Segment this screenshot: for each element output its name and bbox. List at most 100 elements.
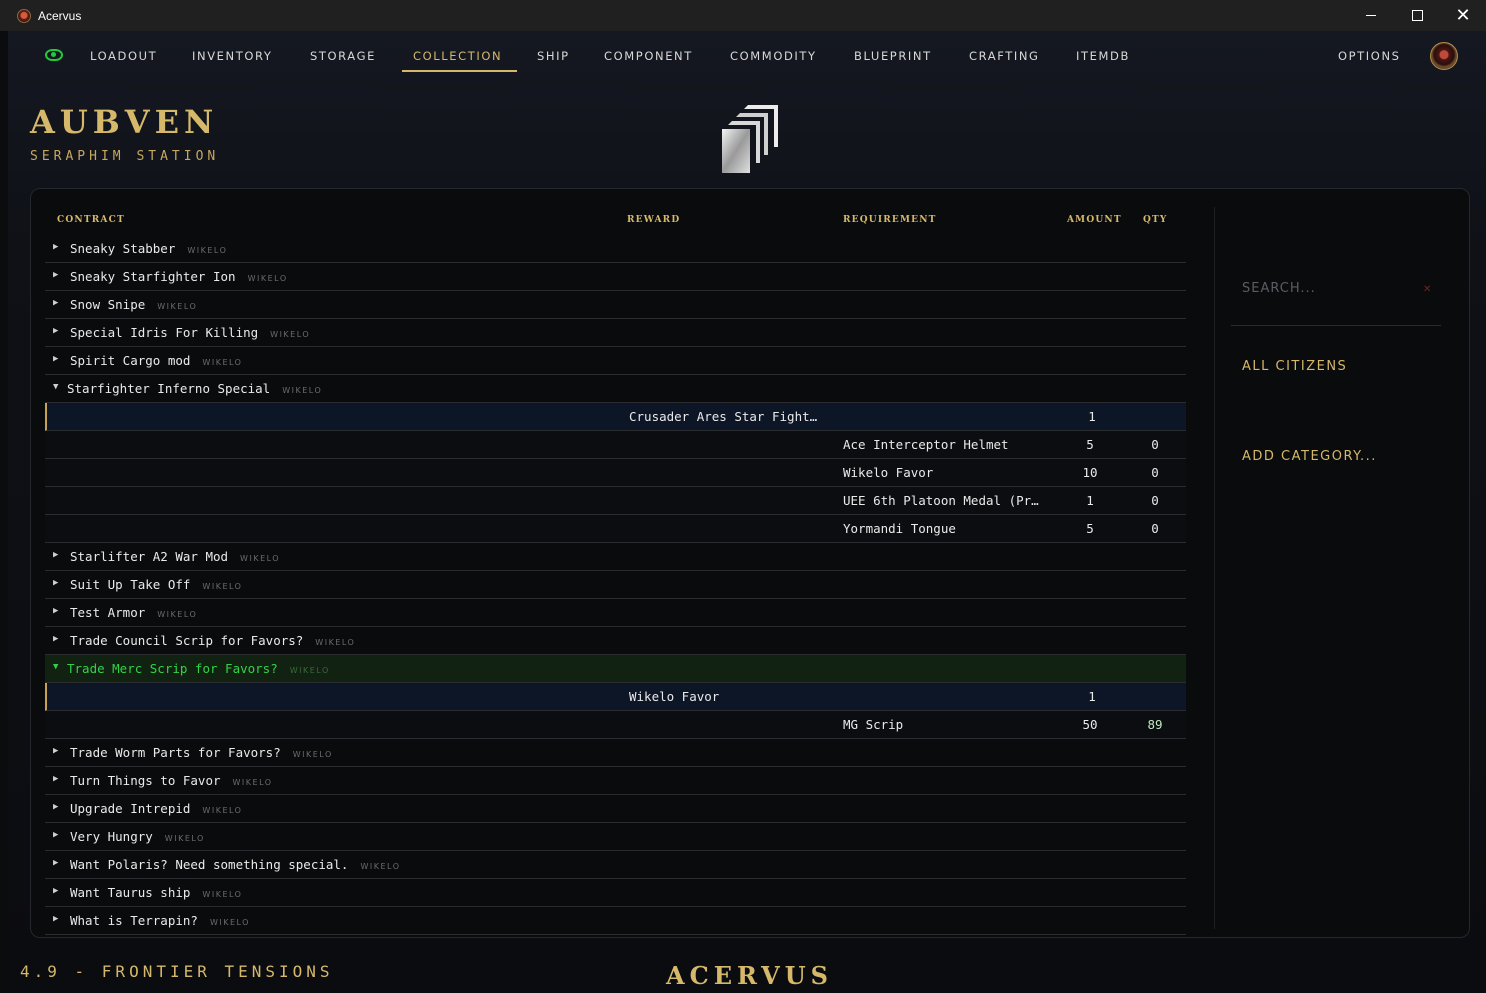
requirement-row[interactable]: UEE 6th Platoon Medal (Pr… 1 0 [45,487,1186,515]
expand-arrow-icon[interactable]: ▶ [53,886,58,896]
search-underline [1231,325,1441,326]
reward-row[interactable]: Wikelo Favor 1 [45,683,1186,711]
tab-collection[interactable]: COLLECTION [413,49,502,63]
expand-arrow-icon[interactable]: ▶ [53,550,58,560]
contract-row[interactable]: ▶ Suit Up Take Off WIKELO [45,571,1186,599]
acervus-logo-icon [722,105,778,173]
contract-row[interactable]: ▶ Want Taurus ship WIKELO [45,879,1186,907]
contract-row[interactable]: ▶ Trade Council Scrip for Favors? WIKELO [45,627,1186,655]
collapse-arrow-icon[interactable]: ▼ [53,382,58,392]
version-label: 4.9 - FRONTIER TENSIONS [20,962,334,981]
contract-row[interactable]: ▶ Trade Worm Parts for Favors? WIKELO [45,739,1186,767]
tab-loadout[interactable]: LOADOUT [90,49,157,63]
requirement-row[interactable]: Ace Interceptor Helmet 5 0 [45,431,1186,459]
tab-component[interactable]: COMPONENT [604,49,693,63]
expand-arrow-icon[interactable]: ▶ [53,746,58,756]
search-input[interactable]: SEARCH... [1242,281,1316,296]
tab-crafting[interactable]: CRAFTING [969,49,1040,63]
expand-arrow-icon[interactable]: ▶ [53,606,58,616]
expand-arrow-icon[interactable]: ▶ [53,830,58,840]
expand-arrow-icon[interactable]: ▶ [53,578,58,588]
contract-source-tag: WIKELO [232,778,273,787]
contract-row[interactable]: ▶ Very Hungry WIKELO [45,823,1186,851]
app-root: LOADOUT INVENTORY STORAGE COLLECTION SHI… [8,31,1486,993]
header-amount[interactable]: AMOUNT [1067,215,1122,225]
contract-row[interactable]: ▶ Turn Things to Favor WIKELO [45,767,1186,795]
contract-source-tag: WIKELO [187,246,228,255]
requirement-amount: 50 [1082,717,1098,732]
tab-itemdb[interactable]: ITEMDB [1076,49,1130,63]
expand-arrow-icon[interactable]: ▶ [53,634,58,644]
add-category-link[interactable]: ADD CATEGORY... [1242,449,1377,464]
location-title: AUBVEN [30,103,219,141]
contract-row[interactable]: ▶ Spirit Cargo mod WIKELO [45,347,1186,375]
requirement-amount: 5 [1086,521,1094,536]
contract-name-cell: Starfighter Inferno Special WIKELO [67,381,322,396]
tab-commodity[interactable]: COMMODITY [730,49,817,63]
requirement-name: UEE 6th Platoon Medal (Pr… [843,493,1039,508]
expand-arrow-icon[interactable]: ▶ [53,298,58,308]
contract-name: Special Idris For Killing [70,325,259,340]
expand-arrow-icon[interactable]: ▶ [53,774,58,784]
close-button[interactable]: ✕ [1440,0,1486,31]
all-citizens-link[interactable]: ALL CITIZENS [1242,359,1347,374]
contract-name: Starlifter A2 War Mod [70,549,229,564]
contract-source-tag: WIKELO [315,638,356,647]
contract-row[interactable]: ▶ Starlifter A2 War Mod WIKELO [45,543,1186,571]
contract-row[interactable]: ▶ Sneaky Starfighter Ion WIKELO [45,263,1186,291]
contract-row[interactable]: ▶ Sneaky Stabber WIKELO [45,235,1186,263]
options-button[interactable]: OPTIONS [1338,49,1401,63]
contract-name-cell: Want Taurus ship WIKELO [70,885,242,900]
window-title: Acervus [38,8,82,23]
contract-name: Trade Council Scrip for Favors? [70,633,304,648]
expand-arrow-icon[interactable]: ▶ [53,326,58,336]
expand-arrow-icon[interactable]: ▶ [53,802,58,812]
maximize-button[interactable] [1394,0,1440,31]
contract-name: Test Armor [70,605,146,620]
contract-source-tag: WIKELO [202,890,243,899]
requirement-amount: 10 [1082,465,1098,480]
tab-ship[interactable]: SHIP [537,49,570,63]
contract-row[interactable]: ▶ Snow Snipe WIKELO [45,291,1186,319]
requirement-row[interactable]: Yormandi Tongue 5 0 [45,515,1186,543]
expand-arrow-icon[interactable]: ▶ [53,270,58,280]
contract-row[interactable]: ▶ Special Idris For Killing WIKELO [45,319,1186,347]
expand-arrow-icon[interactable]: ▶ [53,242,58,252]
contract-name: Turn Things to Favor [70,773,221,788]
requirement-amount: 1 [1086,493,1094,508]
tab-blueprint[interactable]: BLUEPRINT [854,49,932,63]
requirement-row[interactable]: Wikelo Favor 10 0 [45,459,1186,487]
contract-row[interactable]: ▶ Upgrade Intrepid WIKELO [45,795,1186,823]
contract-row[interactable]: ▶ What is Terrapin? WIKELO [45,907,1186,935]
requirement-row[interactable]: MG Scrip 50 89 [45,711,1186,739]
contract-name: Want Taurus ship [70,885,191,900]
reward-row[interactable]: Crusader Ares Star Fight… 1 [45,403,1186,431]
header-qty[interactable]: QTY [1143,215,1168,225]
contract-source-tag: WIKELO [202,358,243,367]
expand-arrow-icon[interactable]: ▶ [53,354,58,364]
header-reward[interactable]: REWARD [627,215,680,225]
minimize-button[interactable] [1348,0,1394,31]
collapse-arrow-icon[interactable]: ▼ [53,662,58,672]
reward-name: Crusader Ares Star Fight… [629,409,818,424]
contract-name: Sneaky Stabber [70,241,176,256]
contract-name: Suit Up Take Off [70,577,191,592]
clear-search-icon[interactable]: ✕ [1423,284,1431,295]
contract-source-tag: WIKELO [164,834,205,843]
contract-name: What is Terrapin? [70,913,198,928]
expand-arrow-icon[interactable]: ▶ [53,914,58,924]
contract-name-cell: Sneaky Starfighter Ion WIKELO [70,269,288,284]
contract-row[interactable]: ▼ Trade Merc Scrip for Favors? WIKELO [45,655,1186,683]
contract-row[interactable]: ▶ Want Polaris? Need something special. WI… [45,851,1186,879]
contract-name-cell: Trade Council Scrip for Favors? WIKELO [70,633,355,648]
contract-row[interactable]: ▶ Test Armor WIKELO [45,599,1186,627]
header-requirement[interactable]: REQUIREMENT [843,215,937,225]
header-contract[interactable]: CONTRACT [57,215,125,225]
contract-row[interactable]: ▼ Starfighter Inferno Special WIKELO [45,375,1186,403]
expand-arrow-icon[interactable]: ▶ [53,858,58,868]
tab-storage[interactable]: STORAGE [310,49,376,63]
eye-icon[interactable] [45,49,63,61]
tab-inventory[interactable]: INVENTORY [192,49,273,63]
contract-source-tag: WIKELO [360,862,401,871]
avatar[interactable] [1430,42,1458,70]
